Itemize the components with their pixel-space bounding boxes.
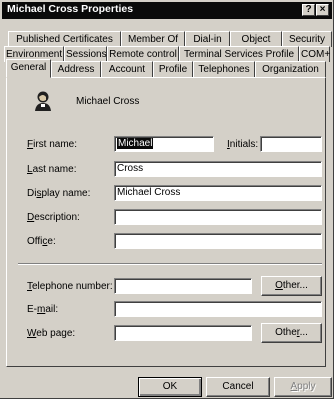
title-bar[interactable]: Michael Cross Properties ? × <box>2 2 332 19</box>
telephone-label: Telephone number: <box>27 281 113 292</box>
web-page-label: Web page: <box>27 328 76 339</box>
help-button[interactable]: ? <box>302 4 315 16</box>
last-name-label: Last name: <box>27 164 77 175</box>
office-label: Office: <box>27 236 56 247</box>
tab-organization[interactable]: Organization <box>255 61 326 77</box>
tab-dial-in[interactable]: Dial-in <box>185 31 230 47</box>
initials-field[interactable] <box>260 136 322 152</box>
tab-remote-control[interactable]: Remote control <box>107 46 179 62</box>
first-name-field[interactable]: Michael <box>114 136 214 152</box>
close-button[interactable]: × <box>316 4 329 16</box>
tab-member-of[interactable]: Member Of <box>121 31 185 47</box>
user-icon <box>33 90 53 112</box>
description-label: Description: <box>27 212 80 223</box>
telephone-other-button[interactable]: Other... <box>261 276 322 296</box>
apply-button[interactable]: Apply <box>274 377 332 397</box>
tab-com-plus[interactable]: COM+ <box>299 46 330 62</box>
tab-profile[interactable]: Profile <box>153 61 193 77</box>
tab-terminal-services-profile[interactable]: Terminal Services Profile <box>179 46 299 62</box>
initials-label: Initials: <box>227 139 259 150</box>
user-display-heading: Michael Cross <box>76 96 140 107</box>
telephone-field[interactable] <box>114 278 252 294</box>
email-field[interactable] <box>114 301 322 317</box>
description-field[interactable] <box>114 209 322 225</box>
web-page-field[interactable] <box>114 325 252 341</box>
tab-telephones[interactable]: Telephones <box>193 61 255 77</box>
ok-button[interactable]: OK <box>138 377 202 397</box>
tab-security[interactable]: Security <box>282 31 332 47</box>
tab-published-certificates[interactable]: Published Certificates <box>8 31 121 47</box>
email-label: E-mail: <box>27 304 59 315</box>
office-field[interactable] <box>114 233 322 249</box>
display-name-label: Display name: <box>27 188 91 199</box>
window-title: Michael Cross Properties <box>7 3 134 15</box>
tab-sessions[interactable]: Sessions <box>64 46 107 62</box>
separator <box>18 263 322 265</box>
tab-general[interactable]: General <box>6 59 51 78</box>
display-name-field[interactable]: Michael Cross <box>114 185 322 201</box>
tab-address[interactable]: Address <box>51 61 101 77</box>
first-name-label: First name: <box>27 139 78 150</box>
properties-dialog: Michael Cross Properties ? × Published C… <box>0 0 334 399</box>
cancel-button[interactable]: Cancel <box>206 377 270 397</box>
tab-object[interactable]: Object <box>230 31 282 47</box>
last-name-field[interactable]: Cross <box>114 161 322 177</box>
web-page-other-button[interactable]: Other... <box>261 323 322 343</box>
tab-account[interactable]: Account <box>101 61 153 77</box>
